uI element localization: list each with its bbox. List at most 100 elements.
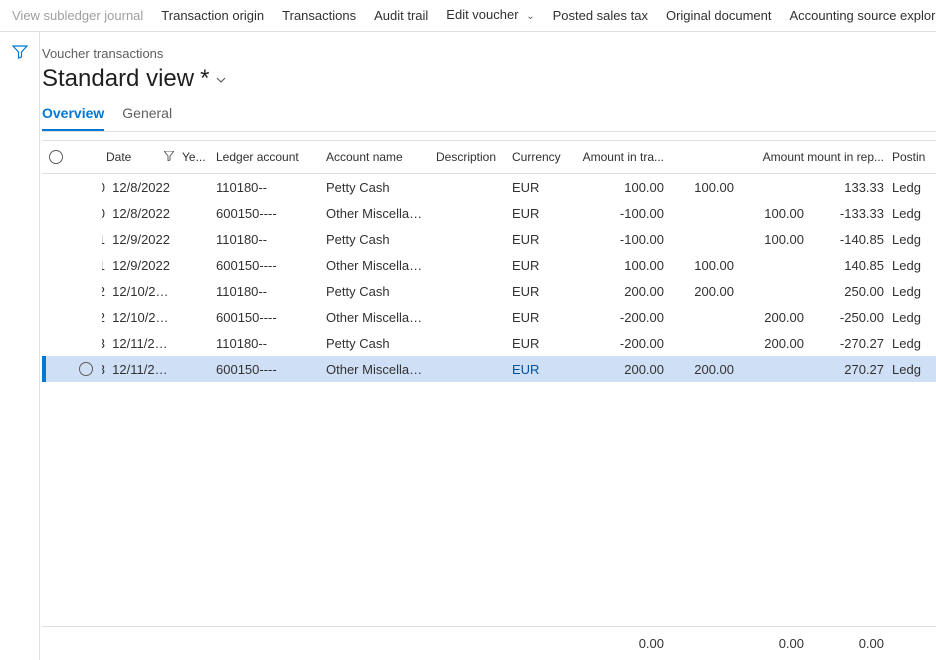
cell-amount-in-trans: -100.00: [568, 206, 668, 221]
header-date[interactable]: Date: [102, 150, 178, 164]
header-year[interactable]: Ye...: [178, 150, 212, 164]
cell-ledger: 110180--: [212, 180, 322, 195]
header-currency[interactable]: Currency: [508, 150, 568, 164]
cell-currency: EUR: [508, 180, 568, 195]
cell-credit: 100.00: [738, 206, 808, 221]
table-row[interactable]: 0060 12/8/2022 110180--Petty Cash EUR100.0…: [42, 174, 936, 200]
cell-amount-in-trans: -200.00: [568, 310, 668, 325]
row-select-cell[interactable]: [70, 336, 102, 350]
menu-original-document[interactable]: Original document: [666, 0, 772, 32]
cell-date: 0063 12/11/2022: [102, 336, 178, 351]
header-ledger-account[interactable]: Ledger account: [212, 150, 322, 164]
grid-body: 0060 12/8/2022110180--Petty CashEUR100.0…: [42, 174, 936, 382]
tab-overview[interactable]: Overview: [42, 105, 104, 131]
cell-ledger: 600150----: [212, 310, 322, 325]
cell-amount-in-rep: -270.27: [808, 336, 888, 351]
row-select-indicator: [42, 278, 46, 304]
cell-account-name: Petty Cash: [322, 232, 432, 247]
cell-date: 0060 12/8/2022: [102, 180, 178, 195]
cell-journal-id: 0060: [102, 206, 112, 221]
menu-transactions[interactable]: Transactions: [282, 0, 356, 32]
cell-currency: EUR: [508, 232, 568, 247]
cell-date: 0061 12/9/2022: [102, 232, 178, 247]
header-account-name[interactable]: Account name: [322, 150, 432, 164]
header-amount-in-rep[interactable]: Amount in rep...: [808, 150, 888, 164]
table-row[interactable]: 0061 12/9/2022 110180--Petty Cash EUR-100.…: [42, 226, 936, 252]
cell-account-name: Other Miscellane...: [322, 362, 432, 377]
header-date-label: Date: [106, 150, 131, 164]
cell-amount-in-rep: 250.00: [808, 284, 888, 299]
cell-journal-id: 0062: [102, 310, 112, 325]
cell-posting: Ledg: [888, 180, 928, 195]
view-dropdown-icon[interactable]: [215, 74, 227, 89]
menu-audit-trail[interactable]: Audit trail: [374, 0, 428, 32]
cell-credit: 100.00: [738, 232, 808, 247]
cell-credit: 200.00: [738, 310, 808, 325]
tab-strip: Overview General: [42, 105, 936, 132]
cell-ledger: 110180--: [212, 232, 322, 247]
cell-posting: Ledg: [888, 284, 928, 299]
cell-posting: Ledg: [888, 258, 928, 273]
cell-credit: 200.00: [738, 336, 808, 351]
header-amount-in-trans[interactable]: Amount in tra...: [568, 150, 668, 164]
cell-journal-id: 0063: [102, 362, 112, 377]
header-posting[interactable]: Postin: [888, 150, 928, 164]
cell-amount-in-rep: 140.85: [808, 258, 888, 273]
row-select-indicator: [42, 330, 46, 356]
row-select-cell[interactable]: [70, 284, 102, 298]
table-row[interactable]: 0062 12/10/2022110180--Petty CashEUR200.…: [42, 278, 936, 304]
cell-amount-in-trans: 100.00: [568, 258, 668, 273]
cell-amount-in-trans: 100.00: [568, 180, 668, 195]
cell-journal-id: 0062: [102, 284, 112, 299]
table-row[interactable]: 0062 12/10/2022600150----Other Miscellan…: [42, 304, 936, 330]
header-select-all[interactable]: [42, 150, 70, 164]
row-select-cell[interactable]: [70, 310, 102, 324]
cell-ledger: 600150----: [212, 206, 322, 221]
cell-ledger: 110180--: [212, 336, 322, 351]
cell-account-name: Other Miscellane...: [322, 258, 432, 273]
header-amount[interactable]: Amount: [738, 150, 808, 164]
cell-posting: Ledg: [888, 362, 928, 377]
menu-edit-voucher[interactable]: Edit voucher ⌄: [446, 0, 534, 33]
table-row[interactable]: 0063 12/11/2022600150----Other Miscellan…: [42, 356, 936, 382]
cell-amount-in-trans: -200.00: [568, 336, 668, 351]
cell-amount-in-rep: 133.33: [808, 180, 888, 195]
cell-posting: Ledg: [888, 206, 928, 221]
row-select-cell[interactable]: [70, 206, 102, 220]
cell-account-name: Other Miscellane...: [322, 310, 432, 325]
footer-total-amount: 0.00: [738, 636, 808, 651]
cell-ledger: 600150----: [212, 258, 322, 273]
cell-currency: EUR: [508, 362, 568, 377]
cell-journal-id: 0063: [102, 336, 112, 351]
header-description[interactable]: Description: [432, 150, 508, 164]
row-select-indicator: [42, 174, 46, 200]
filter-icon[interactable]: [12, 44, 28, 63]
cell-date: 0060 12/8/2022: [102, 206, 178, 221]
row-select-indicator: [42, 200, 46, 226]
cell-amount-in-trans: 200.00: [568, 284, 668, 299]
filter-funnel-icon[interactable]: [164, 150, 174, 164]
cell-posting: Ledg: [888, 232, 928, 247]
cell-account-name: Petty Cash: [322, 180, 432, 195]
cell-posting: Ledg: [888, 310, 928, 325]
cell-debit: 200.00: [668, 284, 738, 299]
menu-transaction-origin[interactable]: Transaction origin: [161, 0, 264, 32]
cell-date: 0061 12/9/2022: [102, 258, 178, 273]
row-select-cell[interactable]: [70, 362, 102, 376]
row-select-indicator: [42, 356, 46, 382]
breadcrumb: Voucher transactions: [42, 46, 936, 65]
table-row[interactable]: 0061 12/9/2022 600150----Other Miscellane…: [42, 252, 936, 278]
table-row[interactable]: 0060 12/8/2022600150----Other Miscellane…: [42, 200, 936, 226]
table-row[interactable]: 0063 12/11/2022110180--Petty CashEUR-200…: [42, 330, 936, 356]
row-select-cell[interactable]: [70, 232, 102, 246]
row-select-cell[interactable]: [70, 258, 102, 272]
voucher-grid: Date Ye... Ledger account Account name D…: [42, 140, 936, 660]
menu-accounting-source[interactable]: Accounting source explorer: [789, 0, 936, 32]
cell-amount-in-trans: -100.00: [568, 232, 668, 247]
menu-posted-sales-tax[interactable]: Posted sales tax: [553, 0, 648, 32]
tab-general[interactable]: General: [122, 105, 172, 131]
row-select-cell[interactable]: [70, 180, 102, 194]
grid-header-row: Date Ye... Ledger account Account name D…: [42, 140, 936, 174]
cell-amount-in-rep: 270.27: [808, 362, 888, 377]
cell-account-name: Petty Cash: [322, 284, 432, 299]
